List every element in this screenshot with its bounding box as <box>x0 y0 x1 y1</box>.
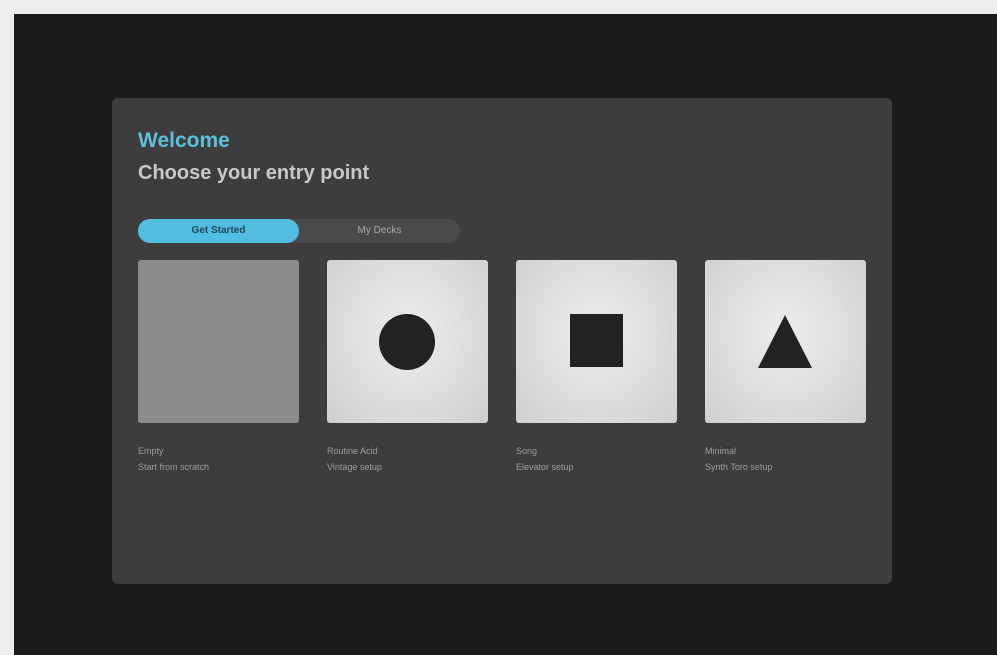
card-title: Minimal <box>705 446 737 456</box>
triangle-icon <box>758 315 812 368</box>
screen: Welcome Choose your entry point Get Star… <box>14 14 997 655</box>
circle-icon <box>379 314 435 370</box>
card-description: Elevator setup <box>516 462 574 472</box>
card-caption-song: Song Elevator setup <box>516 443 574 475</box>
card-routine-acid[interactable] <box>327 260 488 423</box>
card-caption-empty: Empty Start from scratch <box>138 443 209 475</box>
card-caption-minimal: Minimal Synth Toro setup <box>705 443 772 475</box>
card-title: Song <box>516 446 538 456</box>
card-minimal[interactable] <box>705 260 866 423</box>
tab-my-decks[interactable]: My Decks <box>299 219 460 243</box>
page-subtitle: Choose your entry point <box>138 162 370 184</box>
card-title: Routine Acid <box>327 446 378 456</box>
square-icon <box>570 314 623 367</box>
card-description: Synth Toro setup <box>705 462 773 472</box>
card-song[interactable] <box>516 260 677 423</box>
card-description: Start from scratch <box>138 462 210 472</box>
card-caption-routine-acid: Routine Acid Vintage setup <box>327 443 382 475</box>
card-description: Vintage setup <box>327 462 382 472</box>
tab-bar: Get Started My Decks <box>138 219 460 243</box>
card-title: Empty <box>138 446 164 456</box>
welcome-title: Welcome <box>138 129 230 152</box>
tab-get-started[interactable]: Get Started <box>138 219 299 243</box>
entry-point-panel: Welcome Choose your entry point Get Star… <box>112 98 892 584</box>
card-empty[interactable] <box>138 260 299 423</box>
